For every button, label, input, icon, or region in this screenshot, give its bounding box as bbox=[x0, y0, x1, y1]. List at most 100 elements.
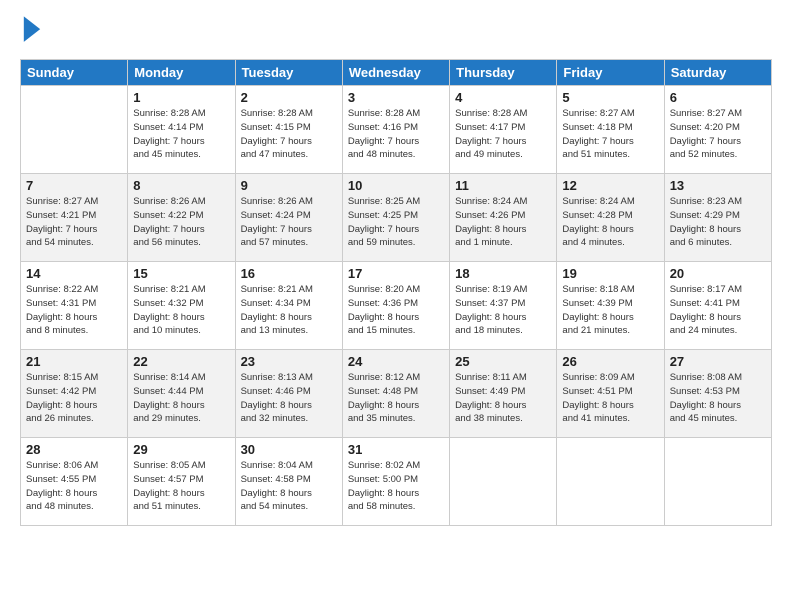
day-number: 7 bbox=[26, 178, 122, 193]
calendar-cell: 4Sunrise: 8:28 AMSunset: 4:17 PMDaylight… bbox=[450, 86, 557, 174]
day-number: 26 bbox=[562, 354, 658, 369]
calendar-cell: 16 Sunrise: 8:21 AMSunset: 4:34 PMDayligh… bbox=[235, 262, 342, 350]
day-info: Sunrise: 8:02 AMSunset: 5:00 PMDaylight:… bbox=[348, 459, 444, 514]
day-info: Sunrise: 8:08 AMSunset: 4:53 PMDaylight:… bbox=[670, 371, 766, 426]
day-info: Sunrise: 8:26 AMSunset: 4:22 PMDaylight:… bbox=[133, 195, 229, 250]
calendar-cell bbox=[664, 438, 771, 526]
day-number: 5 bbox=[562, 90, 658, 105]
day-number: 6 bbox=[670, 90, 766, 105]
page-header bbox=[20, 16, 772, 49]
day-info: Sunrise: 8:26 AMSunset: 4:24 PMDaylight:… bbox=[241, 195, 337, 250]
calendar-table: SundayMondayTuesdayWednesdayThursdayFrid… bbox=[20, 59, 772, 526]
calendar-cell: 8 Sunrise: 8:26 AMSunset: 4:22 PMDaylight… bbox=[128, 174, 235, 262]
calendar-cell: 18 Sunrise: 8:19 AMSunset: 4:37 PMDayligh… bbox=[450, 262, 557, 350]
calendar-cell: 2Sunrise: 8:28 AMSunset: 4:15 PMDaylight… bbox=[235, 86, 342, 174]
calendar-cell: 22Sunrise: 8:14 AMSunset: 4:44 PMDayligh… bbox=[128, 350, 235, 438]
day-number: 20 bbox=[670, 266, 766, 281]
day-info: Sunrise: 8:05 AMSunset: 4:57 PMDaylight:… bbox=[133, 459, 229, 514]
calendar-cell: 21 Sunrise: 8:15 AMSunset: 4:42 PMDayligh… bbox=[21, 350, 128, 438]
day-number: 16 bbox=[241, 266, 337, 281]
day-number: 12 bbox=[562, 178, 658, 193]
calendar-cell: 5Sunrise: 8:27 AMSunset: 4:18 PMDaylight… bbox=[557, 86, 664, 174]
day-info: Sunrise: 8:06 AMSunset: 4:55 PMDaylight:… bbox=[26, 459, 122, 514]
day-info: Sunrise: 8:14 AMSunset: 4:44 PMDaylight:… bbox=[133, 371, 229, 426]
day-info: Sunrise: 8:28 AMSunset: 4:14 PMDaylight:… bbox=[133, 107, 229, 162]
day-info: Sunrise: 8:24 AMSunset: 4:28 PMDaylight:… bbox=[562, 195, 658, 250]
weekday-header-friday: Friday bbox=[557, 60, 664, 86]
calendar-cell: 26 Sunrise: 8:09 AMSunset: 4:51 PMDayligh… bbox=[557, 350, 664, 438]
calendar-cell: 20 Sunrise: 8:17 AMSunset: 4:41 PMDayligh… bbox=[664, 262, 771, 350]
weekday-header-row: SundayMondayTuesdayWednesdayThursdayFrid… bbox=[21, 60, 772, 86]
day-number: 15 bbox=[133, 266, 229, 281]
calendar-cell: 23Sunrise: 8:13 AMSunset: 4:46 PMDayligh… bbox=[235, 350, 342, 438]
day-info: Sunrise: 8:12 AMSunset: 4:48 PMDaylight:… bbox=[348, 371, 444, 426]
day-info: Sunrise: 8:27 AMSunset: 4:20 PMDaylight:… bbox=[670, 107, 766, 162]
day-info: Sunrise: 8:25 AMSunset: 4:25 PMDaylight:… bbox=[348, 195, 444, 250]
calendar-cell: 24Sunrise: 8:12 AMSunset: 4:48 PMDayligh… bbox=[342, 350, 449, 438]
calendar-cell: 10 Sunrise: 8:25 AMSunset: 4:25 PMDayligh… bbox=[342, 174, 449, 262]
day-info: Sunrise: 8:09 AMSunset: 4:51 PMDaylight:… bbox=[562, 371, 658, 426]
calendar-cell: 15 Sunrise: 8:21 AMSunset: 4:32 PMDayligh… bbox=[128, 262, 235, 350]
day-number: 29 bbox=[133, 442, 229, 457]
calendar-cell: 6 Sunrise: 8:27 AMSunset: 4:20 PMDaylight… bbox=[664, 86, 771, 174]
day-number: 19 bbox=[562, 266, 658, 281]
weekday-header-saturday: Saturday bbox=[664, 60, 771, 86]
calendar-cell: 9 Sunrise: 8:26 AMSunset: 4:24 PMDaylight… bbox=[235, 174, 342, 262]
day-number: 11 bbox=[455, 178, 551, 193]
day-number: 2 bbox=[241, 90, 337, 105]
calendar-cell: 25 Sunrise: 8:11 AMSunset: 4:49 PMDayligh… bbox=[450, 350, 557, 438]
week-row-3: 14 Sunrise: 8:22 AMSunset: 4:31 PMDayligh… bbox=[21, 262, 772, 350]
calendar-cell: 14 Sunrise: 8:22 AMSunset: 4:31 PMDayligh… bbox=[21, 262, 128, 350]
calendar-cell: 29 Sunrise: 8:05 AMSunset: 4:57 PMDayligh… bbox=[128, 438, 235, 526]
day-info: Sunrise: 8:21 AMSunset: 4:32 PMDaylight:… bbox=[133, 283, 229, 338]
day-number: 1 bbox=[133, 90, 229, 105]
day-number: 14 bbox=[26, 266, 122, 281]
day-info: Sunrise: 8:24 AMSunset: 4:26 PMDaylight:… bbox=[455, 195, 551, 250]
calendar-cell: 1 Sunrise: 8:28 AMSunset: 4:14 PMDaylight… bbox=[128, 86, 235, 174]
day-number: 9 bbox=[241, 178, 337, 193]
day-info: Sunrise: 8:17 AMSunset: 4:41 PMDaylight:… bbox=[670, 283, 766, 338]
calendar-cell: 13 Sunrise: 8:23 AMSunset: 4:29 PMDayligh… bbox=[664, 174, 771, 262]
day-number: 30 bbox=[241, 442, 337, 457]
week-row-2: 7 Sunrise: 8:27 AMSunset: 4:21 PMDaylight… bbox=[21, 174, 772, 262]
day-number: 28 bbox=[26, 442, 122, 457]
day-info: Sunrise: 8:28 AMSunset: 4:17 PMDaylight:… bbox=[455, 107, 551, 162]
logo bbox=[20, 16, 42, 49]
calendar-cell: 7 Sunrise: 8:27 AMSunset: 4:21 PMDaylight… bbox=[21, 174, 128, 262]
calendar-cell: 19 Sunrise: 8:18 AMSunset: 4:39 PMDayligh… bbox=[557, 262, 664, 350]
week-row-1: 1 Sunrise: 8:28 AMSunset: 4:14 PMDaylight… bbox=[21, 86, 772, 174]
calendar-cell: 11 Sunrise: 8:24 AMSunset: 4:26 PMDayligh… bbox=[450, 174, 557, 262]
calendar-cell: 31Sunrise: 8:02 AMSunset: 5:00 PMDayligh… bbox=[342, 438, 449, 526]
day-number: 3 bbox=[348, 90, 444, 105]
day-info: Sunrise: 8:23 AMSunset: 4:29 PMDaylight:… bbox=[670, 195, 766, 250]
day-info: Sunrise: 8:15 AMSunset: 4:42 PMDaylight:… bbox=[26, 371, 122, 426]
day-info: Sunrise: 8:27 AMSunset: 4:21 PMDaylight:… bbox=[26, 195, 122, 250]
calendar-cell: 27 Sunrise: 8:08 AMSunset: 4:53 PMDayligh… bbox=[664, 350, 771, 438]
calendar-cell: 17Sunrise: 8:20 AMSunset: 4:36 PMDayligh… bbox=[342, 262, 449, 350]
day-number: 25 bbox=[455, 354, 551, 369]
weekday-header-sunday: Sunday bbox=[21, 60, 128, 86]
day-number: 27 bbox=[670, 354, 766, 369]
day-number: 18 bbox=[455, 266, 551, 281]
calendar-cell: 3Sunrise: 8:28 AMSunset: 4:16 PMDaylight… bbox=[342, 86, 449, 174]
week-row-4: 21 Sunrise: 8:15 AMSunset: 4:42 PMDayligh… bbox=[21, 350, 772, 438]
day-info: Sunrise: 8:19 AMSunset: 4:37 PMDaylight:… bbox=[455, 283, 551, 338]
weekday-header-wednesday: Wednesday bbox=[342, 60, 449, 86]
day-info: Sunrise: 8:13 AMSunset: 4:46 PMDaylight:… bbox=[241, 371, 337, 426]
day-info: Sunrise: 8:21 AMSunset: 4:34 PMDaylight:… bbox=[241, 283, 337, 338]
day-number: 13 bbox=[670, 178, 766, 193]
calendar-cell bbox=[557, 438, 664, 526]
day-number: 21 bbox=[26, 354, 122, 369]
day-info: Sunrise: 8:18 AMSunset: 4:39 PMDaylight:… bbox=[562, 283, 658, 338]
calendar-cell: 12 Sunrise: 8:24 AMSunset: 4:28 PMDayligh… bbox=[557, 174, 664, 262]
day-info: Sunrise: 8:11 AMSunset: 4:49 PMDaylight:… bbox=[455, 371, 551, 426]
calendar-cell bbox=[21, 86, 128, 174]
weekday-header-tuesday: Tuesday bbox=[235, 60, 342, 86]
day-number: 8 bbox=[133, 178, 229, 193]
day-info: Sunrise: 8:22 AMSunset: 4:31 PMDaylight:… bbox=[26, 283, 122, 338]
logo-icon bbox=[22, 16, 42, 44]
day-info: Sunrise: 8:04 AMSunset: 4:58 PMDaylight:… bbox=[241, 459, 337, 514]
weekday-header-monday: Monday bbox=[128, 60, 235, 86]
day-number: 10 bbox=[348, 178, 444, 193]
day-info: Sunrise: 8:20 AMSunset: 4:36 PMDaylight:… bbox=[348, 283, 444, 338]
